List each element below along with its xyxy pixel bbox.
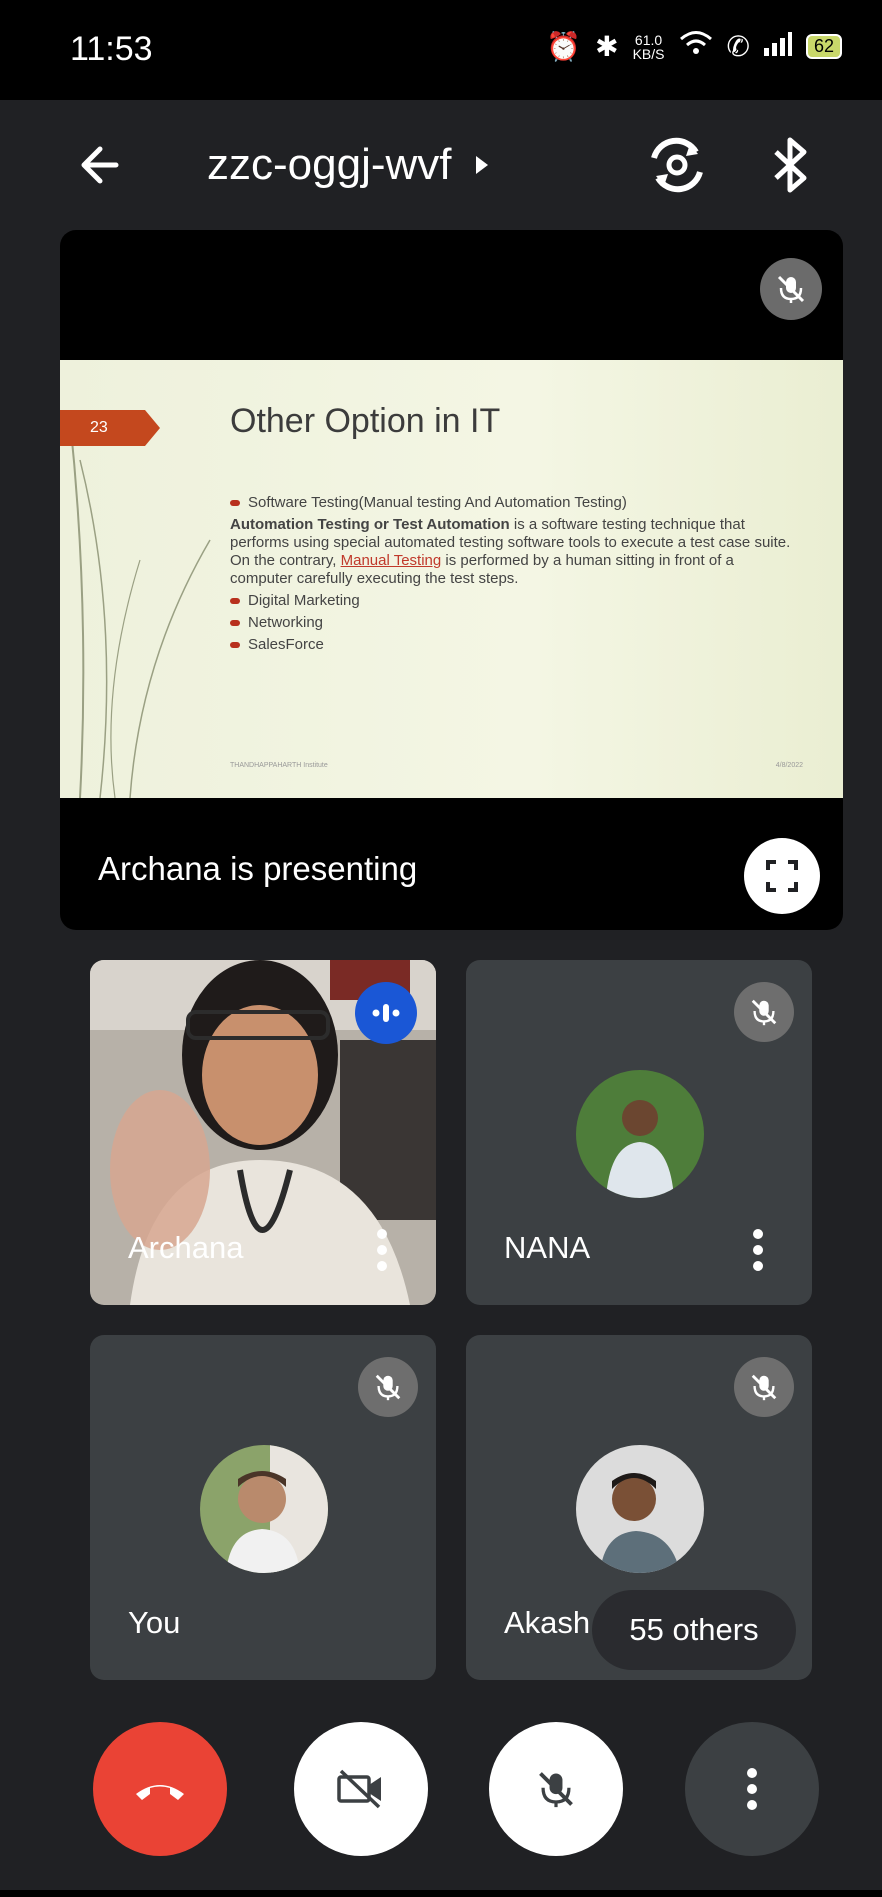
end-call-icon — [136, 1785, 184, 1800]
slide-bullet-text: Digital Marketing — [248, 592, 360, 609]
end-call-button[interactable] — [93, 1722, 227, 1856]
volte-call-icon: ✆ — [726, 31, 750, 62]
audio-device-button[interactable] — [760, 128, 820, 202]
meeting-code-button[interactable]: zzc-oggj-wvf — [207, 140, 490, 190]
participant-name: You — [128, 1605, 181, 1640]
bluetooth-icon — [774, 137, 807, 193]
muted-badge — [734, 982, 794, 1042]
meeting-code: zzc-oggj-wvf — [207, 140, 452, 189]
slide-bullet: Networking — [230, 614, 800, 632]
camera-toggle-button[interactable] — [294, 1722, 428, 1856]
network-speed-unit: KB/S — [632, 45, 665, 62]
more-options-button[interactable] — [685, 1722, 819, 1856]
slide-bullet-text: SalesForce — [248, 636, 324, 653]
slide-bullet: SalesForce — [230, 636, 800, 654]
slide-title: Other Option in IT — [230, 402, 501, 440]
audio-level-icon — [372, 1004, 400, 1022]
mic-off-icon — [751, 1374, 777, 1401]
avatar — [576, 1070, 704, 1198]
avatar — [200, 1445, 328, 1573]
signal-icon — [763, 31, 792, 63]
shared-slide: 23 Other Option in IT Software Testing(M… — [60, 360, 843, 798]
participant-name: Akash — [504, 1605, 591, 1640]
presenter-muted-badge — [760, 258, 822, 320]
participant-tile-nana[interactable]: NANA — [466, 960, 812, 1305]
muted-badge — [358, 1357, 418, 1417]
status-time: 11:53 — [70, 30, 153, 68]
slide-paragraph-bold: Automation Testing or Test Automation — [230, 516, 510, 533]
mic-off-icon — [375, 1374, 401, 1401]
battery-icon: 62 — [805, 34, 842, 59]
participant-name: Archana — [128, 1230, 244, 1265]
mic-off-icon — [539, 1772, 573, 1808]
slide-bullet-text: Networking — [248, 614, 324, 631]
slide-footer-right: 4/8/2022 — [775, 762, 803, 769]
slide-bullet: Digital Marketing — [230, 592, 800, 610]
back-button[interactable] — [70, 130, 140, 200]
alarm-icon: ⏰ — [546, 31, 582, 62]
participant-tile-you[interactable]: You — [90, 1335, 436, 1680]
switch-camera-icon — [651, 137, 703, 193]
presenting-label: Archana is presenting — [98, 850, 418, 887]
network-speed: 61.0 KB/S — [633, 33, 665, 61]
speaking-indicator — [355, 982, 417, 1044]
fullscreen-button[interactable] — [744, 838, 820, 914]
mic-off-icon — [751, 999, 777, 1026]
participant-tile-archana[interactable]: Archana — [90, 960, 436, 1305]
camera-off-icon — [337, 1769, 381, 1809]
status-icons: ⏰ ✱ 61.0 KB/S ✆ 62 — [546, 30, 842, 63]
slide-link: Manual Testing — [340, 552, 442, 569]
slide-paragraph: Automation Testing or Test Automation is… — [230, 516, 800, 588]
wifi-icon — [679, 30, 713, 63]
participant-name: NANA — [504, 1230, 591, 1265]
arrow-left-icon — [81, 146, 119, 184]
mic-off-icon — [777, 275, 805, 303]
slide-bullet: Software Testing(Manual testing And Auto… — [230, 494, 800, 512]
avatar — [576, 1445, 704, 1573]
bluetooth-vibrate-icon: ✱ — [595, 31, 619, 62]
slide-body: Software Testing(Manual testing And Auto… — [230, 490, 800, 658]
slide-bullet-text: Software Testing(Manual testing And Auto… — [248, 494, 627, 511]
mic-toggle-button[interactable] — [489, 1722, 623, 1856]
muted-badge — [734, 1357, 794, 1417]
navigation-bar — [0, 1890, 882, 1897]
more-vert-icon — [747, 1768, 757, 1810]
slide-footer-left: THANDHAPPAHARTH Institute — [230, 762, 328, 769]
more-options-icon[interactable] — [376, 1228, 388, 1272]
switch-camera-button[interactable] — [640, 128, 714, 202]
caret-right-icon — [475, 156, 488, 174]
fullscreen-icon — [766, 860, 798, 892]
more-options-icon[interactable] — [752, 1228, 764, 1272]
presentation-tile[interactable]: 23 Other Option in IT Software Testing(M… — [60, 230, 843, 930]
others-count-chip[interactable]: 55 others — [592, 1590, 796, 1670]
slide-number: 23 — [60, 410, 160, 446]
